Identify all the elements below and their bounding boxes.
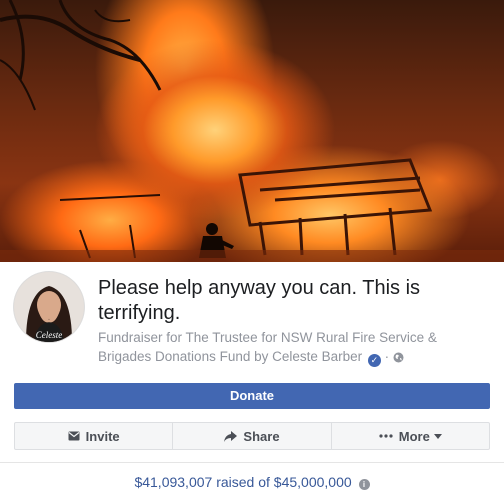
divider <box>0 462 504 463</box>
invite-button[interactable]: Invite <box>15 423 172 449</box>
share-label: Share <box>243 428 280 444</box>
fire-scene-illustration <box>0 0 504 262</box>
globe-public-icon[interactable] <box>393 349 404 368</box>
more-label: More <box>398 428 430 444</box>
fundraiser-title[interactable]: Please help anyway you can. This is terr… <box>98 276 493 326</box>
caret-down-icon <box>433 433 442 439</box>
verified-badge-icon: ✓ <box>367 354 381 367</box>
donate-button[interactable]: Donate <box>14 383 490 409</box>
ellipsis-icon <box>379 434 393 438</box>
envelope-icon <box>68 431 80 441</box>
info-icon[interactable]: i <box>358 479 370 490</box>
fundraiser-card: Celeste Please help anyway you can. This… <box>0 0 504 499</box>
raised-amount-link[interactable]: $41,093,007 raised of $45,000,000 <box>134 474 351 490</box>
avatar-signature: Celeste <box>36 330 63 340</box>
subtitle-separator: · <box>380 349 390 364</box>
more-button[interactable]: More <box>330 423 489 449</box>
raised-summary: $41,093,007 raised of $45,000,000 i <box>0 474 504 490</box>
invite-label: Invite <box>85 428 120 444</box>
fundraiser-subtitle: Fundraiser for The Trustee for NSW Rural… <box>98 328 488 368</box>
share-arrow-icon <box>224 430 238 442</box>
action-bar: Invite Share More <box>14 422 490 450</box>
profile-photo: Celeste <box>14 272 84 342</box>
share-button[interactable]: Share <box>172 423 330 449</box>
avatar[interactable]: Celeste <box>14 272 84 342</box>
cover-photo[interactable] <box>0 0 504 262</box>
